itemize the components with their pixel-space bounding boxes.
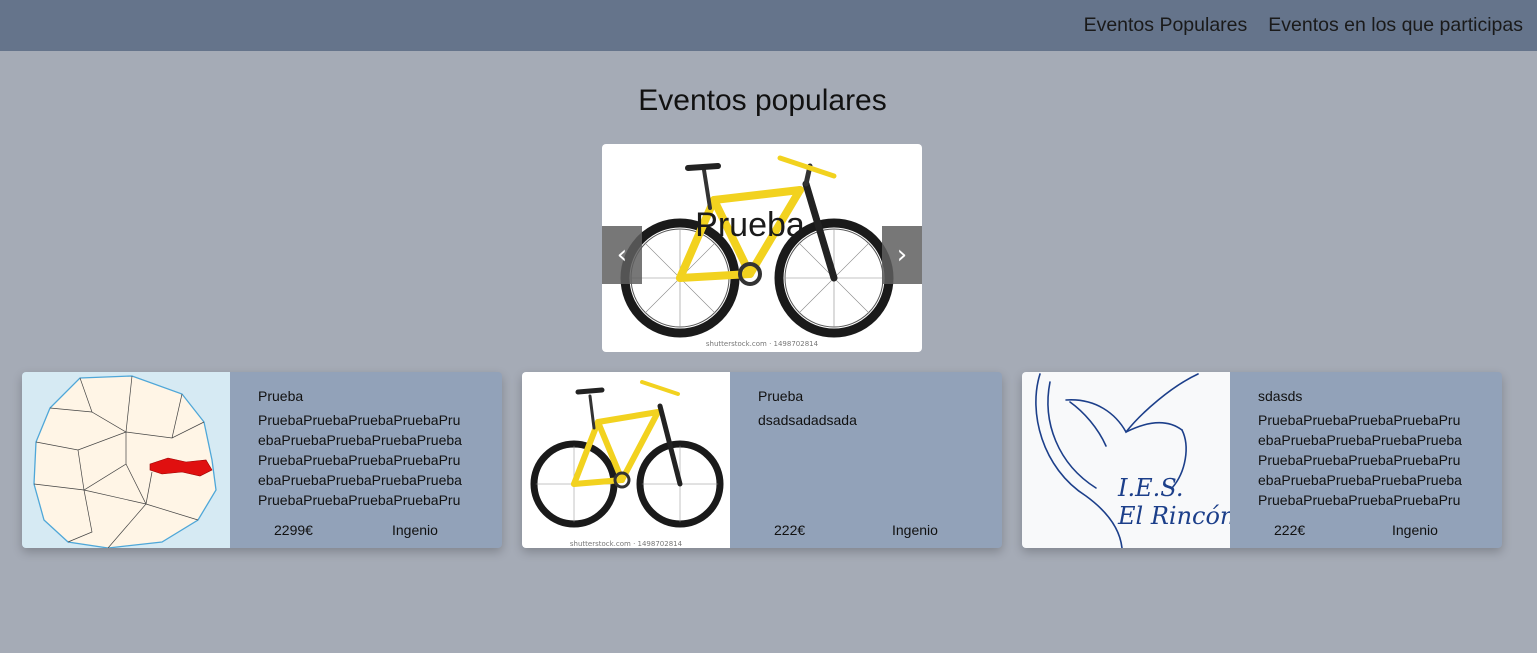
event-card-location: Ingenio: [392, 522, 438, 538]
school-logo-image: I.E.S. El Rincón: [1035, 373, 1230, 548]
event-card-image: shutterstock.com · 1498702814: [522, 372, 730, 548]
carousel-bicycle-image: [620, 155, 894, 338]
event-card-body: Prueba dsadsadadsada: [758, 386, 968, 510]
event-card-description: dsadsadadsada: [758, 412, 857, 428]
event-card-title: Prueba: [758, 388, 804, 404]
page-title: Eventos populares: [638, 84, 887, 117]
event-card-location: Ingenio: [1392, 522, 1438, 538]
event-card-description: PruebaPruebaPruebaPruebaPruebaPruebaPrue…: [1258, 412, 1462, 508]
bicycle-image: [530, 380, 724, 528]
carousel-watermark: shutterstock.com · 1498702814: [705, 340, 819, 348]
event-card-body: sdasds PruebaPruebaPruebaPruebaPruebaPru…: [1258, 386, 1468, 510]
event-card-body: Prueba PruebaPruebaPruebaPruebaPruebaPru…: [258, 386, 468, 510]
nav-link-eventos-populares[interactable]: Eventos Populares: [1084, 14, 1248, 37]
event-card-image: I.E.S. El Rincón: [1022, 372, 1230, 548]
top-navbar: Eventos Populares Eventos en los que par…: [0, 0, 1537, 51]
school-logo-line1: I.E.S.: [1117, 474, 1183, 502]
map-image: [22, 372, 230, 548]
event-card[interactable]: I.E.S. El Rincón sdasds PruebaPruebaPrue…: [1022, 372, 1502, 548]
event-card-title: sdasds: [1258, 388, 1303, 404]
event-card-image: [22, 372, 230, 548]
event-card-location: Ingenio: [892, 522, 938, 538]
carousel-next-button[interactable]: ›: [882, 226, 922, 284]
event-card-image-watermark: shutterstock.com · 1498702814: [569, 540, 683, 548]
event-card-price: 222€: [774, 522, 806, 538]
school-logo-line2: El Rincón: [1117, 502, 1230, 530]
carousel-caption: Prueba: [695, 206, 805, 244]
carousel-prev-button[interactable]: ‹: [602, 226, 642, 284]
nav-link-eventos-participas[interactable]: Eventos en los que participas: [1268, 14, 1523, 37]
event-card-price: 2299€: [274, 522, 313, 538]
event-card[interactable]: shutterstock.com · 1498702814 Prueba dsa…: [522, 372, 1002, 548]
event-card[interactable]: Prueba PruebaPruebaPruebaPruebaPruebaPru…: [22, 372, 502, 548]
event-card-price: 222€: [1274, 522, 1306, 538]
event-card-title: Prueba: [258, 388, 304, 404]
event-card-description: PruebaPruebaPruebaPruebaPruebaPruebaPrue…: [258, 412, 462, 508]
events-carousel: shutterstock.com · 1498702814 Prueba ‹ ›: [602, 144, 922, 352]
